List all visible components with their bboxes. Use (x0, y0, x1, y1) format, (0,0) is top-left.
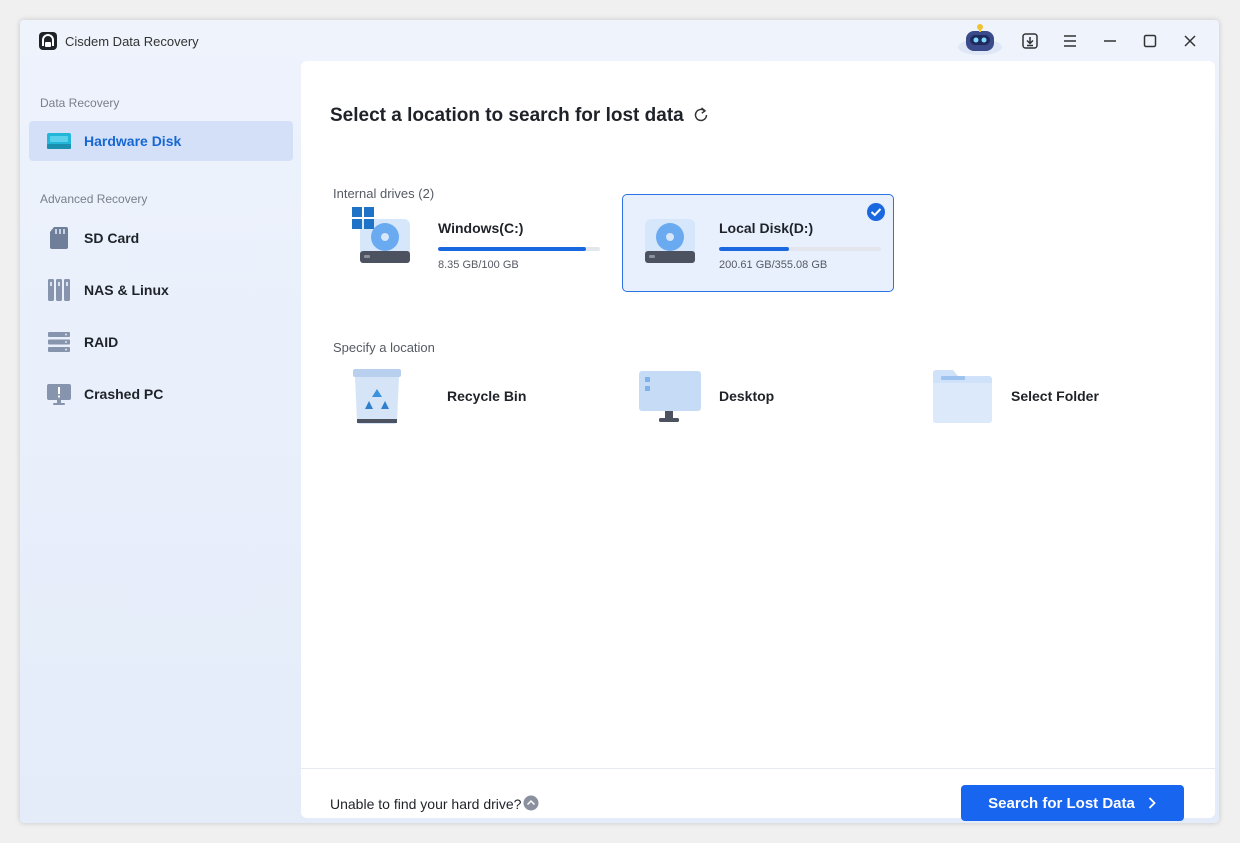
drive-usage-fill (438, 247, 587, 251)
sidebar-item-crashed-pc[interactable]: Crashed PC (29, 374, 293, 414)
drive-usage-bar (438, 247, 600, 251)
drive-name: Windows(C:) (438, 220, 524, 236)
close-icon (1184, 35, 1196, 47)
drive-card-local-disk-d[interactable]: Local Disk(D:) 200.61 GB/355.08 GB (622, 194, 894, 292)
sidebar-item-raid[interactable]: RAID (29, 322, 293, 362)
location-desktop[interactable]: Desktop (639, 363, 899, 427)
section-label-advanced-recovery: Advanced Recovery (40, 192, 148, 206)
sd-card-icon (47, 226, 71, 250)
section-label-data-recovery: Data Recovery (40, 96, 120, 110)
crashed-pc-icon (47, 382, 71, 406)
specify-location-label: Specify a location (333, 340, 435, 355)
sidebar-item-label: Crashed PC (84, 386, 164, 402)
sidebar-item-sd-card[interactable]: SD Card (29, 218, 293, 258)
drive-card-windows-c[interactable]: Windows(C:) 8.35 GB/100 GB (333, 194, 605, 292)
folder-icon (933, 370, 992, 423)
sidebar-item-nas-linux[interactable]: NAS & Linux (29, 270, 293, 310)
drive-usage-fill (719, 247, 790, 251)
drive-size: 8.35 GB/100 GB (438, 259, 519, 271)
search-button-label: Search for Lost Data (988, 794, 1135, 812)
drive-size: 200.61 GB/355.08 GB (719, 259, 828, 271)
maximize-button[interactable] (1140, 31, 1160, 51)
sidebar-item-label: RAID (84, 334, 119, 350)
download-icon (1022, 33, 1038, 49)
location-recycle-bin[interactable]: Recycle Bin (351, 363, 611, 427)
hard-drive-icon (645, 219, 695, 263)
footer-divider (301, 768, 1215, 769)
location-name: Select Folder (1011, 388, 1099, 404)
maximize-icon (1143, 34, 1157, 48)
refresh-icon[interactable] (692, 106, 710, 124)
app-title: Cisdem Data Recovery (65, 34, 199, 49)
sidebar-item-label: SD Card (84, 230, 140, 246)
assistant-robot-icon[interactable] (956, 21, 1004, 57)
windows-drive-icon (352, 207, 410, 263)
search-lost-data-button[interactable]: Search for Lost Data (961, 785, 1184, 821)
sidebar: Data Recovery Hardware Disk Advanced Rec… (20, 62, 300, 823)
download-button[interactable] (1020, 31, 1040, 51)
sidebar-item-label: Hardware Disk (84, 133, 182, 149)
hard-disk-icon (47, 129, 71, 153)
minimize-button[interactable] (1100, 31, 1120, 51)
sidebar-item-hardware-disk[interactable]: Hardware Disk (29, 121, 293, 161)
page-title: Select a location to search for lost dat… (330, 105, 684, 126)
chevron-right-icon (1148, 797, 1156, 809)
location-name: Recycle Bin (447, 388, 527, 404)
raid-icon (47, 330, 71, 354)
main-panel: Select a location to search for lost dat… (301, 61, 1215, 821)
location-name: Desktop (719, 388, 775, 404)
location-select-folder[interactable]: Select Folder (933, 363, 1193, 427)
close-button[interactable] (1180, 31, 1200, 51)
help-link[interactable]: Unable to find your hard drive? (330, 796, 521, 812)
hamburger-menu-icon (1064, 35, 1076, 47)
sidebar-item-label: NAS & Linux (84, 282, 169, 298)
minimize-icon (1104, 40, 1116, 42)
desktop-icon (639, 371, 701, 422)
app-window: Cisdem Data Recovery Data Recovery Hardw… (20, 20, 1219, 823)
drive-name: Local Disk(D:) (719, 220, 814, 236)
drive-usage-bar (719, 247, 881, 251)
nas-icon (47, 278, 71, 302)
recycle-bin-icon (353, 369, 401, 424)
chevron-up-icon[interactable] (523, 795, 539, 811)
title-bar: Cisdem Data Recovery (20, 20, 1219, 62)
app-logo-icon (39, 32, 57, 50)
menu-button[interactable] (1060, 31, 1080, 51)
selected-check-icon (867, 203, 885, 221)
